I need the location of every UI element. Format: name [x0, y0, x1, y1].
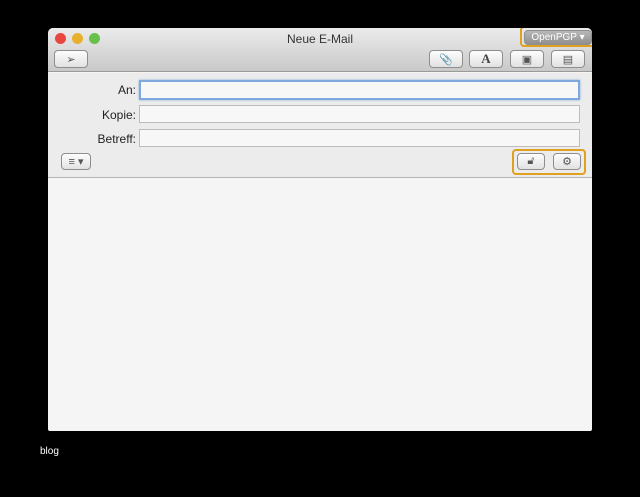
cc-input[interactable] — [139, 105, 580, 123]
header-fields: An: Kopie: Betreff: ≡ ▾ 🔓︎ ⚙ — [48, 73, 592, 178]
caption: blog — [40, 446, 59, 457]
format-menu-button[interactable]: ≡ ▾ — [61, 153, 91, 170]
paperclip-icon: 📎 — [439, 53, 453, 66]
to-input[interactable] — [139, 80, 580, 100]
fonts-button[interactable]: A — [469, 50, 503, 68]
subject-input[interactable] — [139, 129, 580, 147]
to-label: An: — [117, 83, 136, 97]
photo-icon: ▣ — [521, 53, 533, 66]
paper-plane-icon: ➢ — [66, 53, 76, 66]
openpgp-highlight — [520, 28, 592, 47]
title-bar: Neue E-Mail ➢ OpenPGP ▾ 📎 A ▣ ▤ — [48, 28, 592, 72]
attach-button[interactable]: 📎 — [429, 50, 463, 68]
font-A-icon: A — [481, 51, 491, 66]
photo-button[interactable]: ▣ — [510, 50, 544, 68]
message-body[interactable] — [48, 179, 592, 431]
security-highlight — [512, 149, 586, 175]
compose-window: Neue E-Mail ➢ OpenPGP ▾ 📎 A ▣ ▤ An: Kopi… — [48, 28, 592, 431]
send-button[interactable]: ➢ — [54, 50, 88, 68]
subject-label: Betreff: — [97, 132, 136, 146]
cc-label: Kopie: — [101, 108, 136, 122]
window-title: Neue E-Mail — [286, 32, 354, 46]
stationery-icon: ▤ — [562, 53, 574, 66]
template-button[interactable]: ▤ — [551, 50, 585, 68]
